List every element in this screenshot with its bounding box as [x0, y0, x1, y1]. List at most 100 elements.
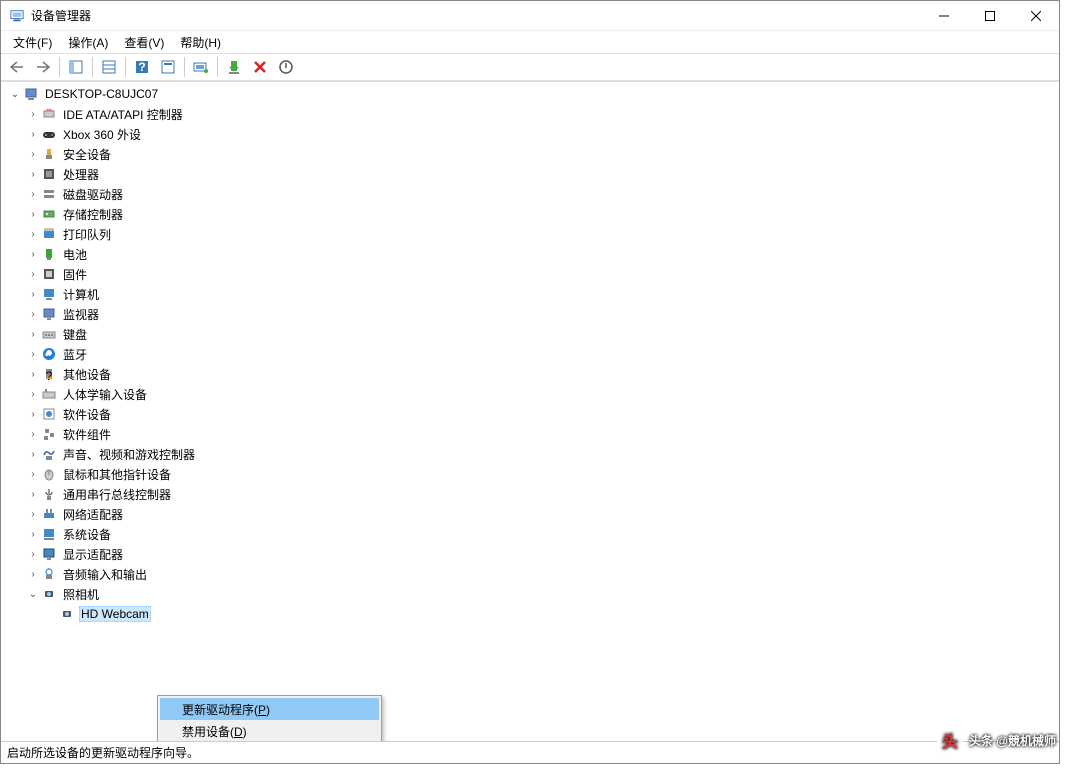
disable-button[interactable] — [274, 55, 298, 79]
tree-category[interactable]: › 蓝牙 — [7, 344, 1059, 364]
context-update-driver[interactable]: 更新驱动程序(P) — [160, 698, 379, 720]
back-button[interactable] — [5, 55, 29, 79]
tree-category[interactable]: › 安全设备 — [7, 144, 1059, 164]
tree-category[interactable]: ›电池 — [7, 244, 1059, 264]
tree-category[interactable]: › 系统设备 — [7, 524, 1059, 544]
toolbar-separator — [217, 57, 218, 77]
menubar: 文件(F) 操作(A) 查看(V) 帮助(H) — [1, 31, 1059, 53]
properties-button[interactable] — [97, 55, 121, 79]
expander-icon[interactable]: › — [25, 246, 41, 262]
expander-icon[interactable]: › — [25, 366, 41, 382]
tree-category[interactable]: ›鼠标和其他指针设备 — [7, 464, 1059, 484]
expander-icon[interactable]: › — [25, 426, 41, 442]
tree-category[interactable]: ›音频输入和输出 — [7, 564, 1059, 584]
menu-file[interactable]: 文件(F) — [5, 32, 60, 53]
tree-category[interactable]: ›打印队列 — [7, 224, 1059, 244]
minimize-button[interactable] — [921, 1, 967, 31]
close-button[interactable] — [1013, 1, 1059, 31]
action-button[interactable] — [156, 55, 180, 79]
category-label: 计算机 — [61, 285, 101, 304]
scan-hardware-button[interactable] — [189, 55, 213, 79]
uninstall-button[interactable] — [248, 55, 272, 79]
context-disable-device[interactable]: 禁用设备(D) — [160, 720, 379, 741]
category-icon — [41, 246, 57, 262]
tree-category[interactable]: ›?其他设备 — [7, 364, 1059, 384]
expander-icon[interactable]: › — [25, 466, 41, 482]
device-tree[interactable]: ⌄DESKTOP-C8UJC07›IDE ATA/ATAPI 控制器›Xbox … — [1, 81, 1059, 741]
category-label: 安全设备 — [61, 145, 113, 164]
expander-icon[interactable]: › — [25, 106, 41, 122]
expander-icon[interactable]: › — [25, 226, 41, 242]
expander-icon[interactable]: › — [25, 266, 41, 282]
forward-button[interactable] — [31, 55, 55, 79]
category-icon — [41, 586, 57, 602]
tree-category[interactable]: ⌄ 照相机 — [7, 584, 1059, 604]
tree-category[interactable]: › 软件组件 — [7, 424, 1059, 444]
expander-icon[interactable]: › — [25, 386, 41, 402]
expander-icon[interactable]: › — [25, 526, 41, 542]
tree-category[interactable]: ›监视器 — [7, 304, 1059, 324]
expander-icon[interactable]: › — [25, 546, 41, 562]
category-label: 磁盘驱动器 — [61, 185, 125, 204]
update-driver-button[interactable] — [222, 55, 246, 79]
svg-text:?: ? — [138, 60, 145, 74]
menu-help[interactable]: 帮助(H) — [172, 32, 229, 53]
expander-icon[interactable]: › — [25, 286, 41, 302]
expander-icon[interactable]: › — [25, 206, 41, 222]
tree-category[interactable]: ›声音、视频和游戏控制器 — [7, 444, 1059, 464]
maximize-button[interactable] — [967, 1, 1013, 31]
tree-category[interactable]: ›Xbox 360 外设 — [7, 124, 1059, 144]
statusbar: 启动所选设备的更新驱动程序向导。 — [1, 741, 1059, 763]
category-label: 键盘 — [61, 325, 89, 344]
category-label: 软件组件 — [61, 425, 113, 444]
expander-icon[interactable]: › — [25, 406, 41, 422]
tree-root[interactable]: ⌄DESKTOP-C8UJC07 — [7, 84, 1059, 104]
expander-icon[interactable]: › — [25, 126, 41, 142]
help-button[interactable]: ? — [130, 55, 154, 79]
category-icon — [41, 466, 57, 482]
expander-icon[interactable]: › — [25, 326, 41, 342]
expander-icon[interactable]: › — [25, 146, 41, 162]
category-label: 软件设备 — [61, 405, 113, 424]
category-label: 通用串行总线控制器 — [61, 485, 173, 504]
expander-icon[interactable]: › — [25, 346, 41, 362]
expander-icon[interactable]: › — [25, 186, 41, 202]
tree-category[interactable]: ›IDE ATA/ATAPI 控制器 — [7, 104, 1059, 124]
category-icon — [41, 126, 57, 142]
tree-category[interactable]: › 通用串行总线控制器 — [7, 484, 1059, 504]
expander-icon[interactable]: ⌄ — [25, 586, 41, 602]
expander-icon[interactable]: › — [25, 306, 41, 322]
category-icon: ? — [41, 366, 57, 382]
tree-category[interactable]: ›处理器 — [7, 164, 1059, 184]
tree-category[interactable]: › 磁盘驱动器 — [7, 184, 1059, 204]
menu-action[interactable]: 操作(A) — [60, 32, 116, 53]
expander-icon[interactable]: › — [25, 446, 41, 462]
expander-icon[interactable]: › — [25, 166, 41, 182]
show-hide-tree-button[interactable] — [64, 55, 88, 79]
tree-category[interactable]: › 计算机 — [7, 284, 1059, 304]
category-icon — [41, 166, 57, 182]
tree-category[interactable]: ›存储控制器 — [7, 204, 1059, 224]
category-icon — [41, 226, 57, 242]
tree-device-selected[interactable]: HD Webcam — [7, 604, 1059, 624]
category-icon — [41, 546, 57, 562]
tree-category[interactable]: ›固件 — [7, 264, 1059, 284]
toolbar-separator — [184, 57, 185, 77]
tree-category[interactable]: › 显示适配器 — [7, 544, 1059, 564]
tree-category[interactable]: ›人体学输入设备 — [7, 384, 1059, 404]
expander-icon[interactable]: › — [25, 566, 41, 582]
category-icon — [41, 286, 57, 302]
tree-category[interactable]: ›网络适配器 — [7, 504, 1059, 524]
expander-icon[interactable]: › — [25, 506, 41, 522]
category-label: 照相机 — [61, 585, 101, 604]
category-label: 系统设备 — [61, 525, 113, 544]
expander-icon[interactable]: ⌄ — [7, 86, 23, 102]
menu-view[interactable]: 查看(V) — [116, 32, 172, 53]
tree-category[interactable]: › 软件设备 — [7, 404, 1059, 424]
category-label: 蓝牙 — [61, 345, 89, 364]
tree-category[interactable]: › 键盘 — [7, 324, 1059, 344]
expander-icon[interactable]: › — [25, 486, 41, 502]
category-icon — [41, 146, 57, 162]
category-label: 显示适配器 — [61, 545, 125, 564]
toolbar-separator — [92, 57, 93, 77]
